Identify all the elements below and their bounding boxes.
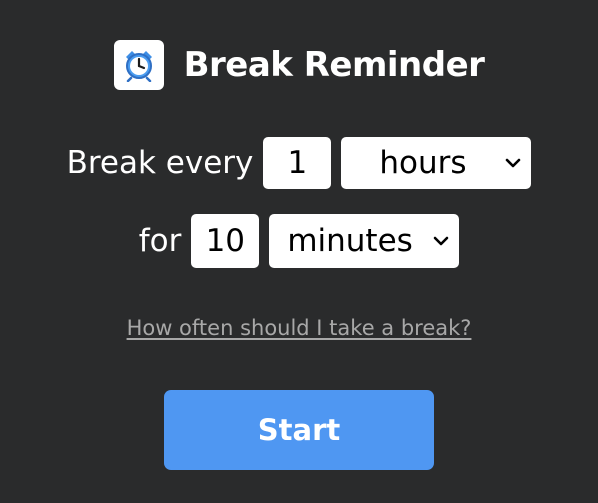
interval-unit-value: hours [379, 145, 467, 181]
duration-unit-select[interactable]: minutes [269, 214, 460, 268]
app-title: Break Reminder [183, 45, 485, 85]
interval-value-input[interactable] [263, 137, 332, 189]
alarm-clock-icon [113, 40, 164, 90]
chevron-down-icon [434, 236, 449, 246]
chevron-down-icon [506, 158, 521, 168]
break-frequency-help-link[interactable]: How often should I take a break? [0, 316, 598, 340]
app-header: Break Reminder [0, 40, 598, 90]
break-every-label: Break every [66, 145, 254, 181]
break-duration-row: for minutes [0, 214, 598, 268]
duration-unit-value: minutes [287, 223, 413, 259]
for-label: for [138, 223, 182, 259]
interval-unit-select[interactable]: hours [341, 137, 532, 189]
duration-value-input[interactable] [191, 214, 260, 268]
start-button[interactable]: Start [164, 390, 434, 470]
break-interval-row: Break every hours [0, 137, 598, 189]
